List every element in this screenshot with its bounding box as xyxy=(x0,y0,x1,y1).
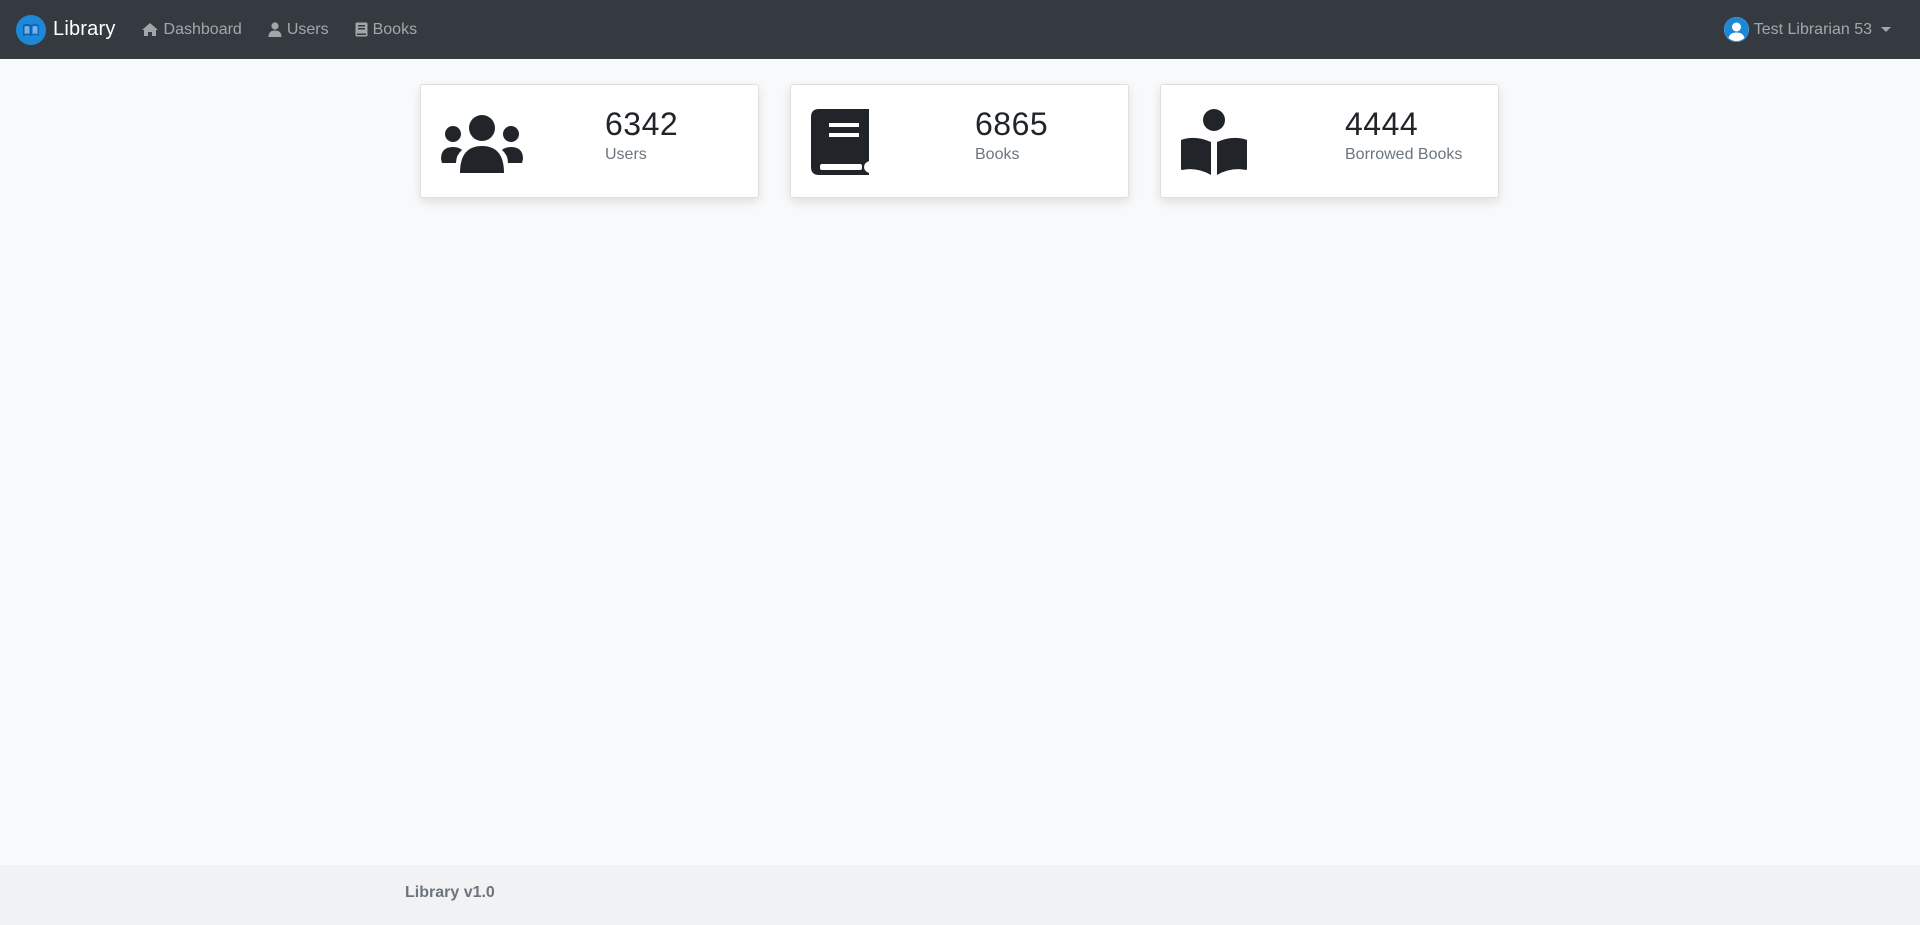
book-icon xyxy=(811,109,893,175)
footer-version: Library v1.0 xyxy=(405,884,495,901)
main-nav: Dashboard Users Books xyxy=(128,21,431,39)
user-icon xyxy=(268,22,282,37)
library-logo-icon xyxy=(16,14,46,45)
nav-item-label: Books xyxy=(372,20,418,38)
brand-link[interactable]: Library xyxy=(16,14,116,45)
nav-item-label: Users xyxy=(286,20,329,38)
stat-label: Users xyxy=(605,146,647,164)
stat-value: 6865 xyxy=(975,106,1049,142)
brand-title: Library xyxy=(53,18,116,40)
stat-card-books: 6865 Books xyxy=(790,84,1129,198)
nav-item-label: Dashboard xyxy=(163,20,242,38)
stat-card-borrowed-books: 4444 Borrowed Books xyxy=(1160,84,1499,198)
user-circle-icon xyxy=(1723,17,1749,42)
page-footer: Library v1.0 xyxy=(0,865,1920,925)
stat-value: 6342 xyxy=(605,106,679,142)
nav-item-users[interactable]: Users xyxy=(255,21,342,39)
home-icon xyxy=(141,23,158,36)
book-icon xyxy=(355,22,368,37)
book-reader-icon xyxy=(1181,109,1263,175)
users-group-icon xyxy=(441,109,523,175)
nav-item-dashboard[interactable]: Dashboard xyxy=(128,21,255,39)
avatar xyxy=(1723,17,1749,42)
user-dropdown-toggle[interactable]: Test Librarian 53 xyxy=(1723,0,1891,59)
stat-value: 4444 xyxy=(1345,106,1419,142)
user-name: Test Librarian 53 xyxy=(1753,20,1872,38)
nav-item-books[interactable]: Books xyxy=(342,21,430,39)
stats-cards: 6342 Users 6865 Books 4444 Borrowed Book… xyxy=(420,84,1499,198)
stat-label: Books xyxy=(975,146,1020,164)
top-navbar: Library Dashboard Users Books Test Libra… xyxy=(0,0,1920,59)
chevron-down-icon xyxy=(1881,27,1891,32)
stat-label: Borrowed Books xyxy=(1345,146,1463,164)
stat-card-users: 6342 Users xyxy=(420,84,759,198)
